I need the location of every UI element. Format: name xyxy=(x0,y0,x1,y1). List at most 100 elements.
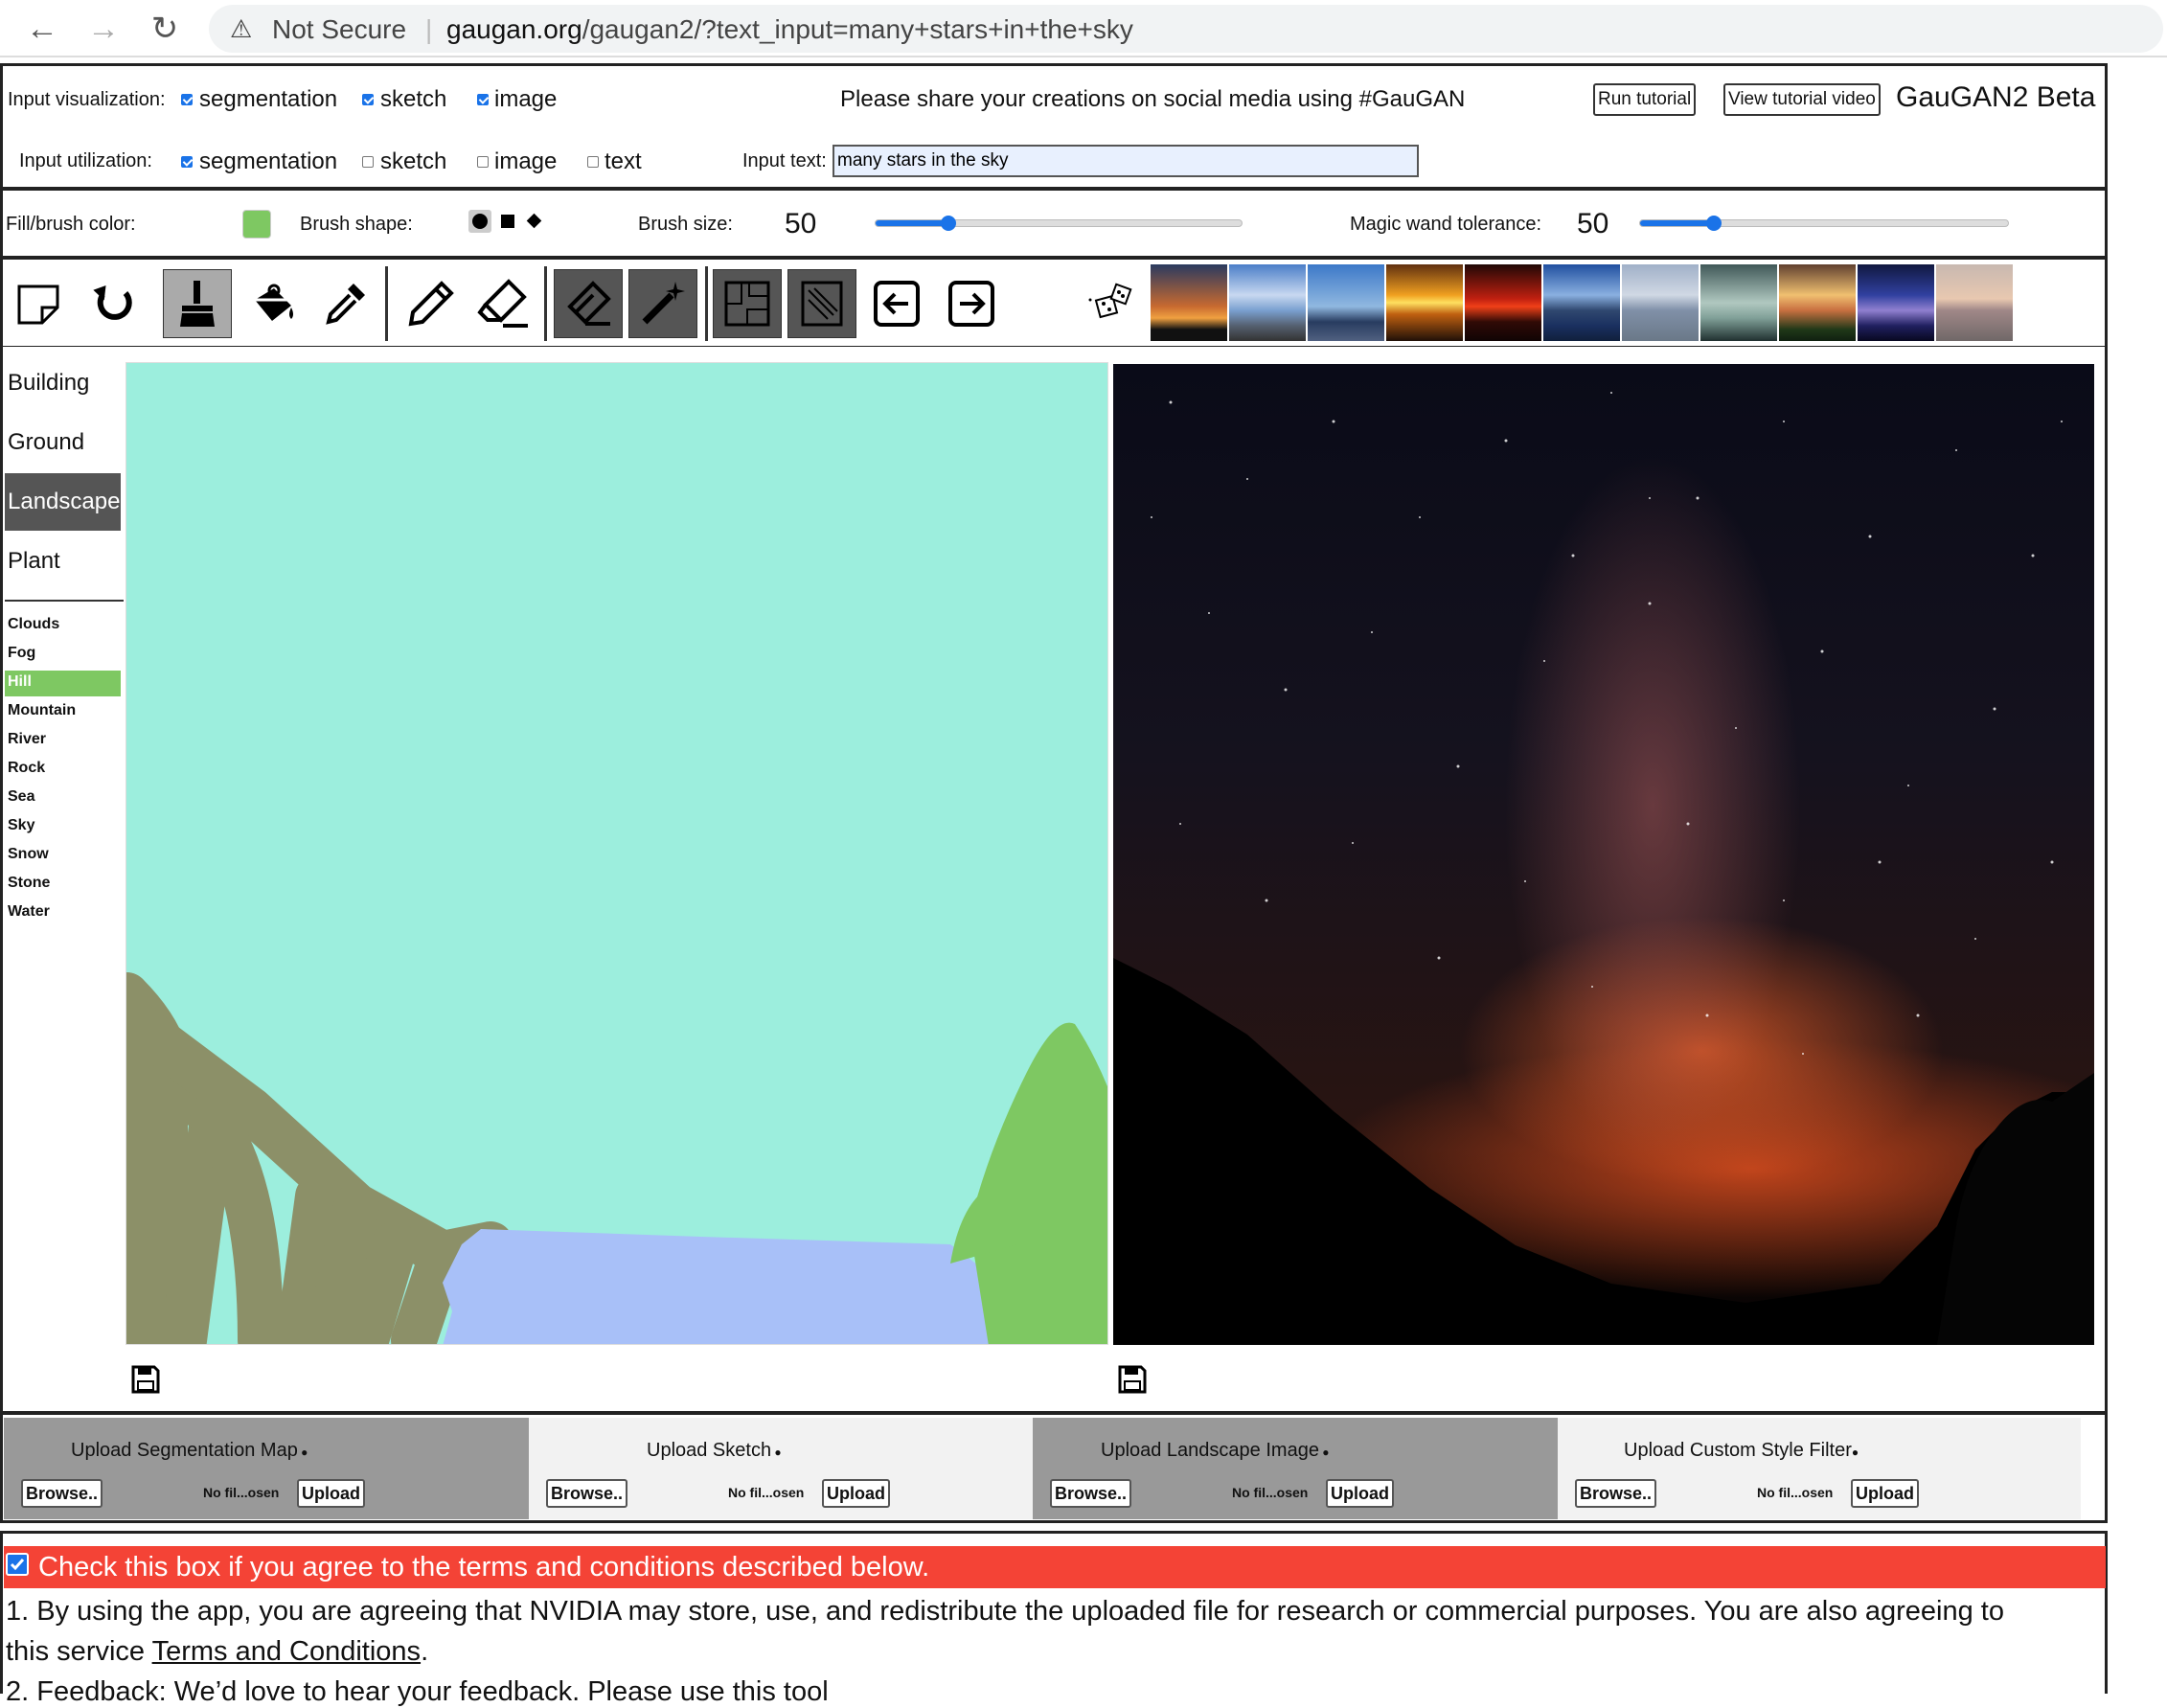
brush-shape-circle[interactable] xyxy=(468,210,491,233)
save-segmentation-icon[interactable] xyxy=(130,1364,161,1395)
example-thumbnail[interactable] xyxy=(1779,264,1856,341)
terms-link[interactable]: Terms and Conditions xyxy=(152,1636,421,1667)
brush-size-value: 50 xyxy=(785,208,817,239)
label-river[interactable]: River xyxy=(8,731,46,748)
forward-icon[interactable]: → xyxy=(82,8,125,50)
upload-segmentation-title: Upload Segmentation Map ● xyxy=(71,1440,308,1461)
sketch-file-status: No fil...osen xyxy=(728,1485,805,1500)
label-sky[interactable]: Sky xyxy=(8,817,34,834)
util-text-label: text xyxy=(604,148,642,174)
label-stone[interactable]: Stone xyxy=(8,875,50,892)
vis-image-label: image xyxy=(494,86,558,112)
input-visualization-label: Input visualization: xyxy=(8,89,166,110)
vis-sketch-checkbox[interactable] xyxy=(362,94,374,105)
label-sea[interactable]: Sea xyxy=(8,788,34,806)
eyedropper-icon[interactable] xyxy=(310,269,379,338)
upload-sketch-button[interactable]: Upload xyxy=(822,1479,890,1508)
example-thumbnail[interactable] xyxy=(1465,264,1541,341)
save-image-icon[interactable] xyxy=(1117,1364,1148,1395)
brush-shape-square[interactable] xyxy=(501,215,514,228)
brush-shape-diamond[interactable] xyxy=(526,213,542,229)
label-mountain[interactable]: Mountain xyxy=(8,702,76,719)
url-text[interactable]: gaugan.org/gaugan2/?text_input=many+star… xyxy=(446,14,1133,45)
upload-style-button[interactable]: Upload xyxy=(1851,1479,1919,1508)
example-thumbnail[interactable] xyxy=(1936,264,2013,341)
browse-style-button[interactable]: Browse.. xyxy=(1575,1479,1657,1508)
fill-color-label: Fill/brush color: xyxy=(6,214,136,235)
landscape-file-status: No fil...osen xyxy=(1232,1485,1309,1500)
input-text-label: Input text: xyxy=(742,150,827,171)
label-clouds[interactable]: Clouds xyxy=(8,616,59,633)
category-ground[interactable]: Ground xyxy=(8,429,84,456)
toolbar-divider xyxy=(705,266,708,341)
segmentation-file-status: No fil...osen xyxy=(203,1485,280,1500)
label-rock[interactable]: Rock xyxy=(8,760,45,777)
segmentation-canvas[interactable] xyxy=(125,362,1108,1345)
magic-wand-slider[interactable] xyxy=(1639,216,2009,231)
example-thumbnail[interactable] xyxy=(1229,264,1306,341)
browse-landscape-button[interactable]: Browse.. xyxy=(1050,1479,1132,1508)
paint-bucket-icon[interactable] xyxy=(238,269,307,338)
brush-icon[interactable] xyxy=(163,269,232,338)
browse-segmentation-button[interactable]: Browse.. xyxy=(21,1479,103,1508)
fill-color-swatch[interactable] xyxy=(242,210,271,239)
upload-segmentation-button[interactable]: Upload xyxy=(297,1479,365,1508)
category-landscape[interactable]: Landscape xyxy=(8,489,120,515)
magic-wand-icon[interactable] xyxy=(628,269,697,338)
run-tutorial-button[interactable]: Run tutorial xyxy=(1593,83,1697,116)
warning-icon: ⚠ xyxy=(230,14,253,43)
terms-line-1: 1. By using the app, you are agreeing th… xyxy=(6,1596,2004,1627)
util-image-checkbox[interactable] xyxy=(477,156,489,168)
reload-icon[interactable]: ↻ xyxy=(144,8,186,50)
example-thumbnail[interactable] xyxy=(1308,264,1384,341)
example-thumbnail[interactable] xyxy=(1622,264,1699,341)
address-bar[interactable]: ⚠ Not Secure | gaugan.org/gaugan2/?text_… xyxy=(209,5,2163,53)
toolbar-divider xyxy=(544,266,547,341)
upload-style-title: Upload Custom Style Filter● xyxy=(1624,1440,1859,1461)
label-water[interactable]: Water xyxy=(8,903,50,921)
upload-landscape-button[interactable]: Upload xyxy=(1326,1479,1394,1508)
upload-landscape-title: Upload Landscape Image ● xyxy=(1101,1440,1330,1461)
sketch-to-segment-icon[interactable] xyxy=(787,269,856,338)
brush-size-slider[interactable] xyxy=(875,216,1243,231)
style-file-status: No fil...osen xyxy=(1757,1485,1834,1500)
vis-segmentation-checkbox[interactable] xyxy=(181,94,193,105)
brush-size-label: Brush size: xyxy=(638,214,733,235)
example-thumbnail[interactable] xyxy=(1386,264,1463,341)
label-hill[interactable]: Hill xyxy=(8,673,32,691)
undo-icon[interactable] xyxy=(79,269,148,338)
security-label: Not Secure xyxy=(272,14,407,44)
dice-icon[interactable] xyxy=(1077,269,1146,338)
terms-checkbox[interactable] xyxy=(6,1553,29,1576)
toolbar-divider xyxy=(385,266,388,341)
new-canvas-icon[interactable] xyxy=(4,269,73,338)
view-tutorial-video-button[interactable]: View tutorial video xyxy=(1723,83,1881,116)
label-fog[interactable]: Fog xyxy=(8,645,35,662)
back-icon[interactable]: ← xyxy=(21,8,63,50)
sketch-eraser-icon[interactable] xyxy=(469,269,538,338)
segment-to-sketch-icon[interactable] xyxy=(713,269,782,338)
vis-image-checkbox[interactable] xyxy=(477,94,489,105)
share-text: Please share your creations on social me… xyxy=(840,86,1466,112)
app-title: GauGAN2 Beta xyxy=(1896,81,2096,113)
generated-image xyxy=(1113,364,2094,1345)
util-text-checkbox[interactable] xyxy=(587,156,599,168)
example-thumbnail[interactable] xyxy=(1700,264,1777,341)
util-segmentation-checkbox[interactable] xyxy=(181,156,193,168)
example-thumbnail[interactable] xyxy=(1543,264,1620,341)
arrow-left-icon[interactable] xyxy=(862,269,931,338)
arrow-right-icon[interactable] xyxy=(937,269,1006,338)
example-thumbnail[interactable] xyxy=(1858,264,1934,341)
eraser-icon[interactable] xyxy=(554,269,623,338)
util-sketch-checkbox[interactable] xyxy=(362,156,374,168)
browse-sketch-button[interactable]: Browse.. xyxy=(546,1479,628,1508)
input-text-field[interactable] xyxy=(833,145,1419,177)
example-thumbnail[interactable] xyxy=(1151,264,1227,341)
category-building[interactable]: Building xyxy=(8,370,89,397)
brush-shape-label: Brush shape: xyxy=(300,214,413,235)
category-plant[interactable]: Plant xyxy=(8,548,60,575)
label-snow[interactable]: Snow xyxy=(8,846,49,863)
vis-segmentation-label: segmentation xyxy=(199,86,338,112)
vis-sketch-label: sketch xyxy=(380,86,447,112)
pencil-icon[interactable] xyxy=(397,269,466,338)
